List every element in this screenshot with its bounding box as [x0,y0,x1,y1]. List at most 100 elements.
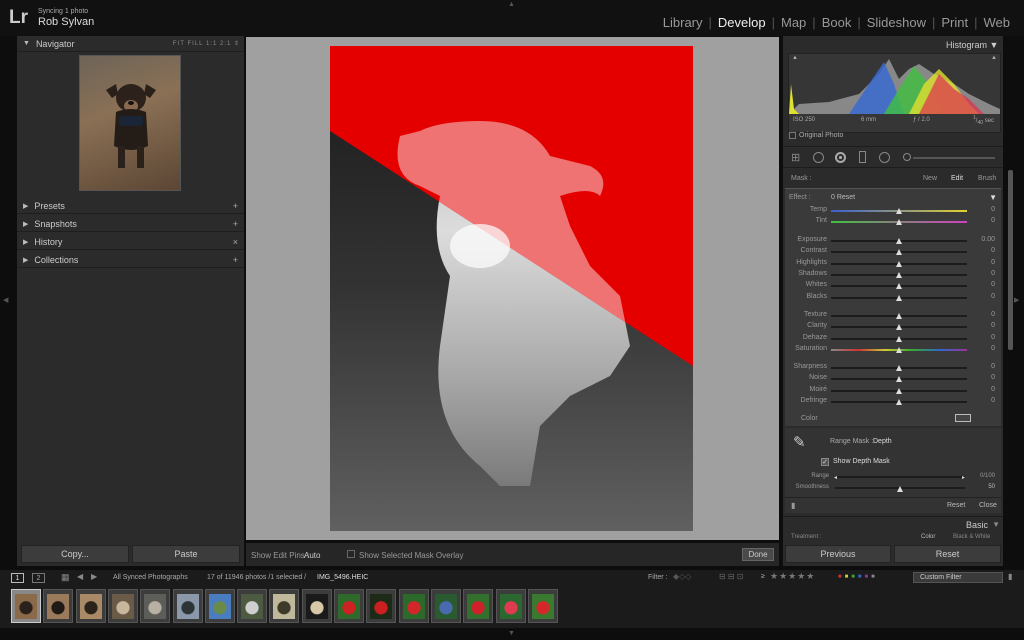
window-2-button[interactable]: 2 [32,573,45,583]
right-panel-toggle-icon[interactable]: ▶ [1014,296,1019,304]
right-panel-scrollbar[interactable] [1008,170,1013,350]
range-left-handle-icon[interactable]: ◂ [834,474,837,481]
filmstrip-thumbnail[interactable] [11,589,41,623]
left-panel-toggle-icon[interactable]: ◀ [3,296,8,304]
navigator-preview[interactable] [79,55,181,191]
basic-header[interactable]: Basic ▼ [783,516,1003,532]
clipping-shadow-icon[interactable]: ▲ [792,55,798,61]
histogram[interactable]: ▲ ▲ ISO 250 6 mm ƒ / 2.0 1/40 sec [788,53,1001,133]
module-web[interactable]: Web [978,15,1017,30]
source-label[interactable]: All Synced Photographs [113,574,188,581]
treatment-color[interactable]: Color [921,534,935,540]
user-name[interactable]: Rob Sylvan [38,16,94,28]
smoothness-knob[interactable] [897,486,903,492]
paste-button[interactable]: Paste [132,545,240,563]
zoom-2-1[interactable]: 2:1 [220,41,231,47]
mask-new-button[interactable]: New [923,175,937,182]
mask-edit-button[interactable]: Edit [951,175,963,182]
range-mask-select[interactable]: Depth [873,438,892,445]
reset-button[interactable]: Reset [894,545,1001,563]
filename[interactable]: IMG_5496.HEIC [317,574,368,581]
brush-size-track[interactable] [913,157,995,159]
rating-operator[interactable]: ≥ [761,573,765,580]
presets-header[interactable]: ▶ Presets + [17,198,244,214]
range-right-handle-icon[interactable]: ▸ [962,474,965,481]
slider-knob[interactable] [896,238,902,244]
color-swatch[interactable] [955,414,971,422]
red-eye-icon[interactable] [835,152,846,163]
collections-header[interactable]: ▶ Collections + [17,252,244,268]
slider-knob[interactable] [896,376,902,383]
spot-removal-icon[interactable] [813,152,824,163]
add-preset-icon[interactable]: + [233,201,238,211]
slider-knob[interactable] [896,387,902,394]
depth-mask-photo[interactable] [330,46,693,531]
range-mask-picker-icon[interactable]: ✎ [793,433,806,451]
filmstrip-thumbnail[interactable] [334,589,364,623]
slider-knob[interactable] [896,335,902,342]
module-print[interactable]: Print [935,15,974,30]
rating-stars-icon[interactable]: ★★★★★ [770,571,815,582]
filmstrip-thumbnail[interactable] [301,589,332,623]
filter-lock-icon[interactable]: ▮ [1008,572,1012,581]
show-depth-checkbox[interactable]: ✓ [821,458,829,466]
filmstrip-thumbnail[interactable] [463,589,494,623]
forward-arrow-icon[interactable]: ▶ [91,572,97,581]
color-label-filter[interactable]: ■■■■■■ [838,574,878,580]
slider-knob[interactable] [896,365,902,371]
filmstrip-thumbnail[interactable] [140,589,171,623]
filmstrip-thumbnail[interactable] [430,589,461,623]
clear-history-icon[interactable]: × [233,237,238,247]
copy-button[interactable]: Copy... [21,545,129,563]
mask-close-button[interactable]: Close [979,502,997,509]
window-1-button[interactable]: 1 [11,573,24,583]
mask-reset-button[interactable]: Reset [947,502,965,509]
bottom-panel-toggle-icon[interactable]: ▼ [508,630,515,637]
image-canvas[interactable] [246,37,779,540]
radial-filter-icon[interactable] [879,152,890,163]
filmstrip-thumbnail[interactable] [43,589,74,623]
filmstrip-thumbnail[interactable] [398,589,429,623]
filmstrip-thumbnail[interactable] [107,589,138,623]
clipping-highlight-icon[interactable]: ▲ [991,55,997,61]
slider-knob[interactable] [896,249,902,256]
slider-knob[interactable] [896,346,902,353]
crop-tool-icon[interactable]: ⊞ [791,151,800,164]
history-header[interactable]: ▶ History × [17,234,244,250]
filmstrip-thumbnail[interactable] [172,589,203,623]
mask-overlay-checkbox[interactable] [347,550,355,558]
edit-filter-icon[interactable]: ⊟ ⊟ ⊡ [719,572,744,581]
slider-knob[interactable] [896,283,902,290]
zoom-fill[interactable]: FILL [187,41,203,47]
slider-knob[interactable] [896,398,902,405]
module-library[interactable]: Library [657,15,709,30]
navigator-header[interactable]: ▼ Navigator FIT FILL 1:1 2:1 ⇕ [17,36,244,52]
filmstrip-thumbnail[interactable] [495,589,526,623]
filmstrip-thumbnail[interactable] [75,589,106,623]
zoom-1-1[interactable]: 1:1 [206,41,217,47]
original-photo-checkbox[interactable] [789,132,796,139]
module-develop[interactable]: Develop [712,15,772,30]
filmstrip-thumbnail[interactable] [366,589,397,623]
mask-brush-button[interactable]: Brush [978,175,996,182]
slider-knob[interactable] [896,324,902,331]
module-slideshow[interactable]: Slideshow [861,15,932,30]
zoom-menu-icon[interactable]: ⇕ [234,41,240,47]
add-snapshot-icon[interactable]: + [233,219,238,229]
filmstrip-thumbnail[interactable] [527,589,558,623]
effect-preset-select[interactable]: 0 Reset [831,194,855,201]
module-book[interactable]: Book [816,15,858,30]
mask-toggle-icon[interactable]: ▮ [791,501,795,510]
effect-collapse-icon[interactable]: ▼ [989,193,997,202]
filmstrip-thumbnail[interactable] [237,589,268,623]
graduated-filter-icon[interactable] [859,151,866,163]
zoom-fit[interactable]: FIT [173,41,185,47]
slider-knob[interactable] [896,271,902,278]
sync-status[interactable]: Syncing 1 photo [38,8,88,15]
slider-knob[interactable] [896,313,902,319]
back-arrow-icon[interactable]: ◀ [77,572,83,581]
edit-pins-select[interactable]: Auto [304,551,320,560]
snapshots-header[interactable]: ▶ Snapshots + [17,216,244,232]
done-button[interactable]: Done [742,548,774,561]
slider-knob[interactable] [896,219,902,226]
